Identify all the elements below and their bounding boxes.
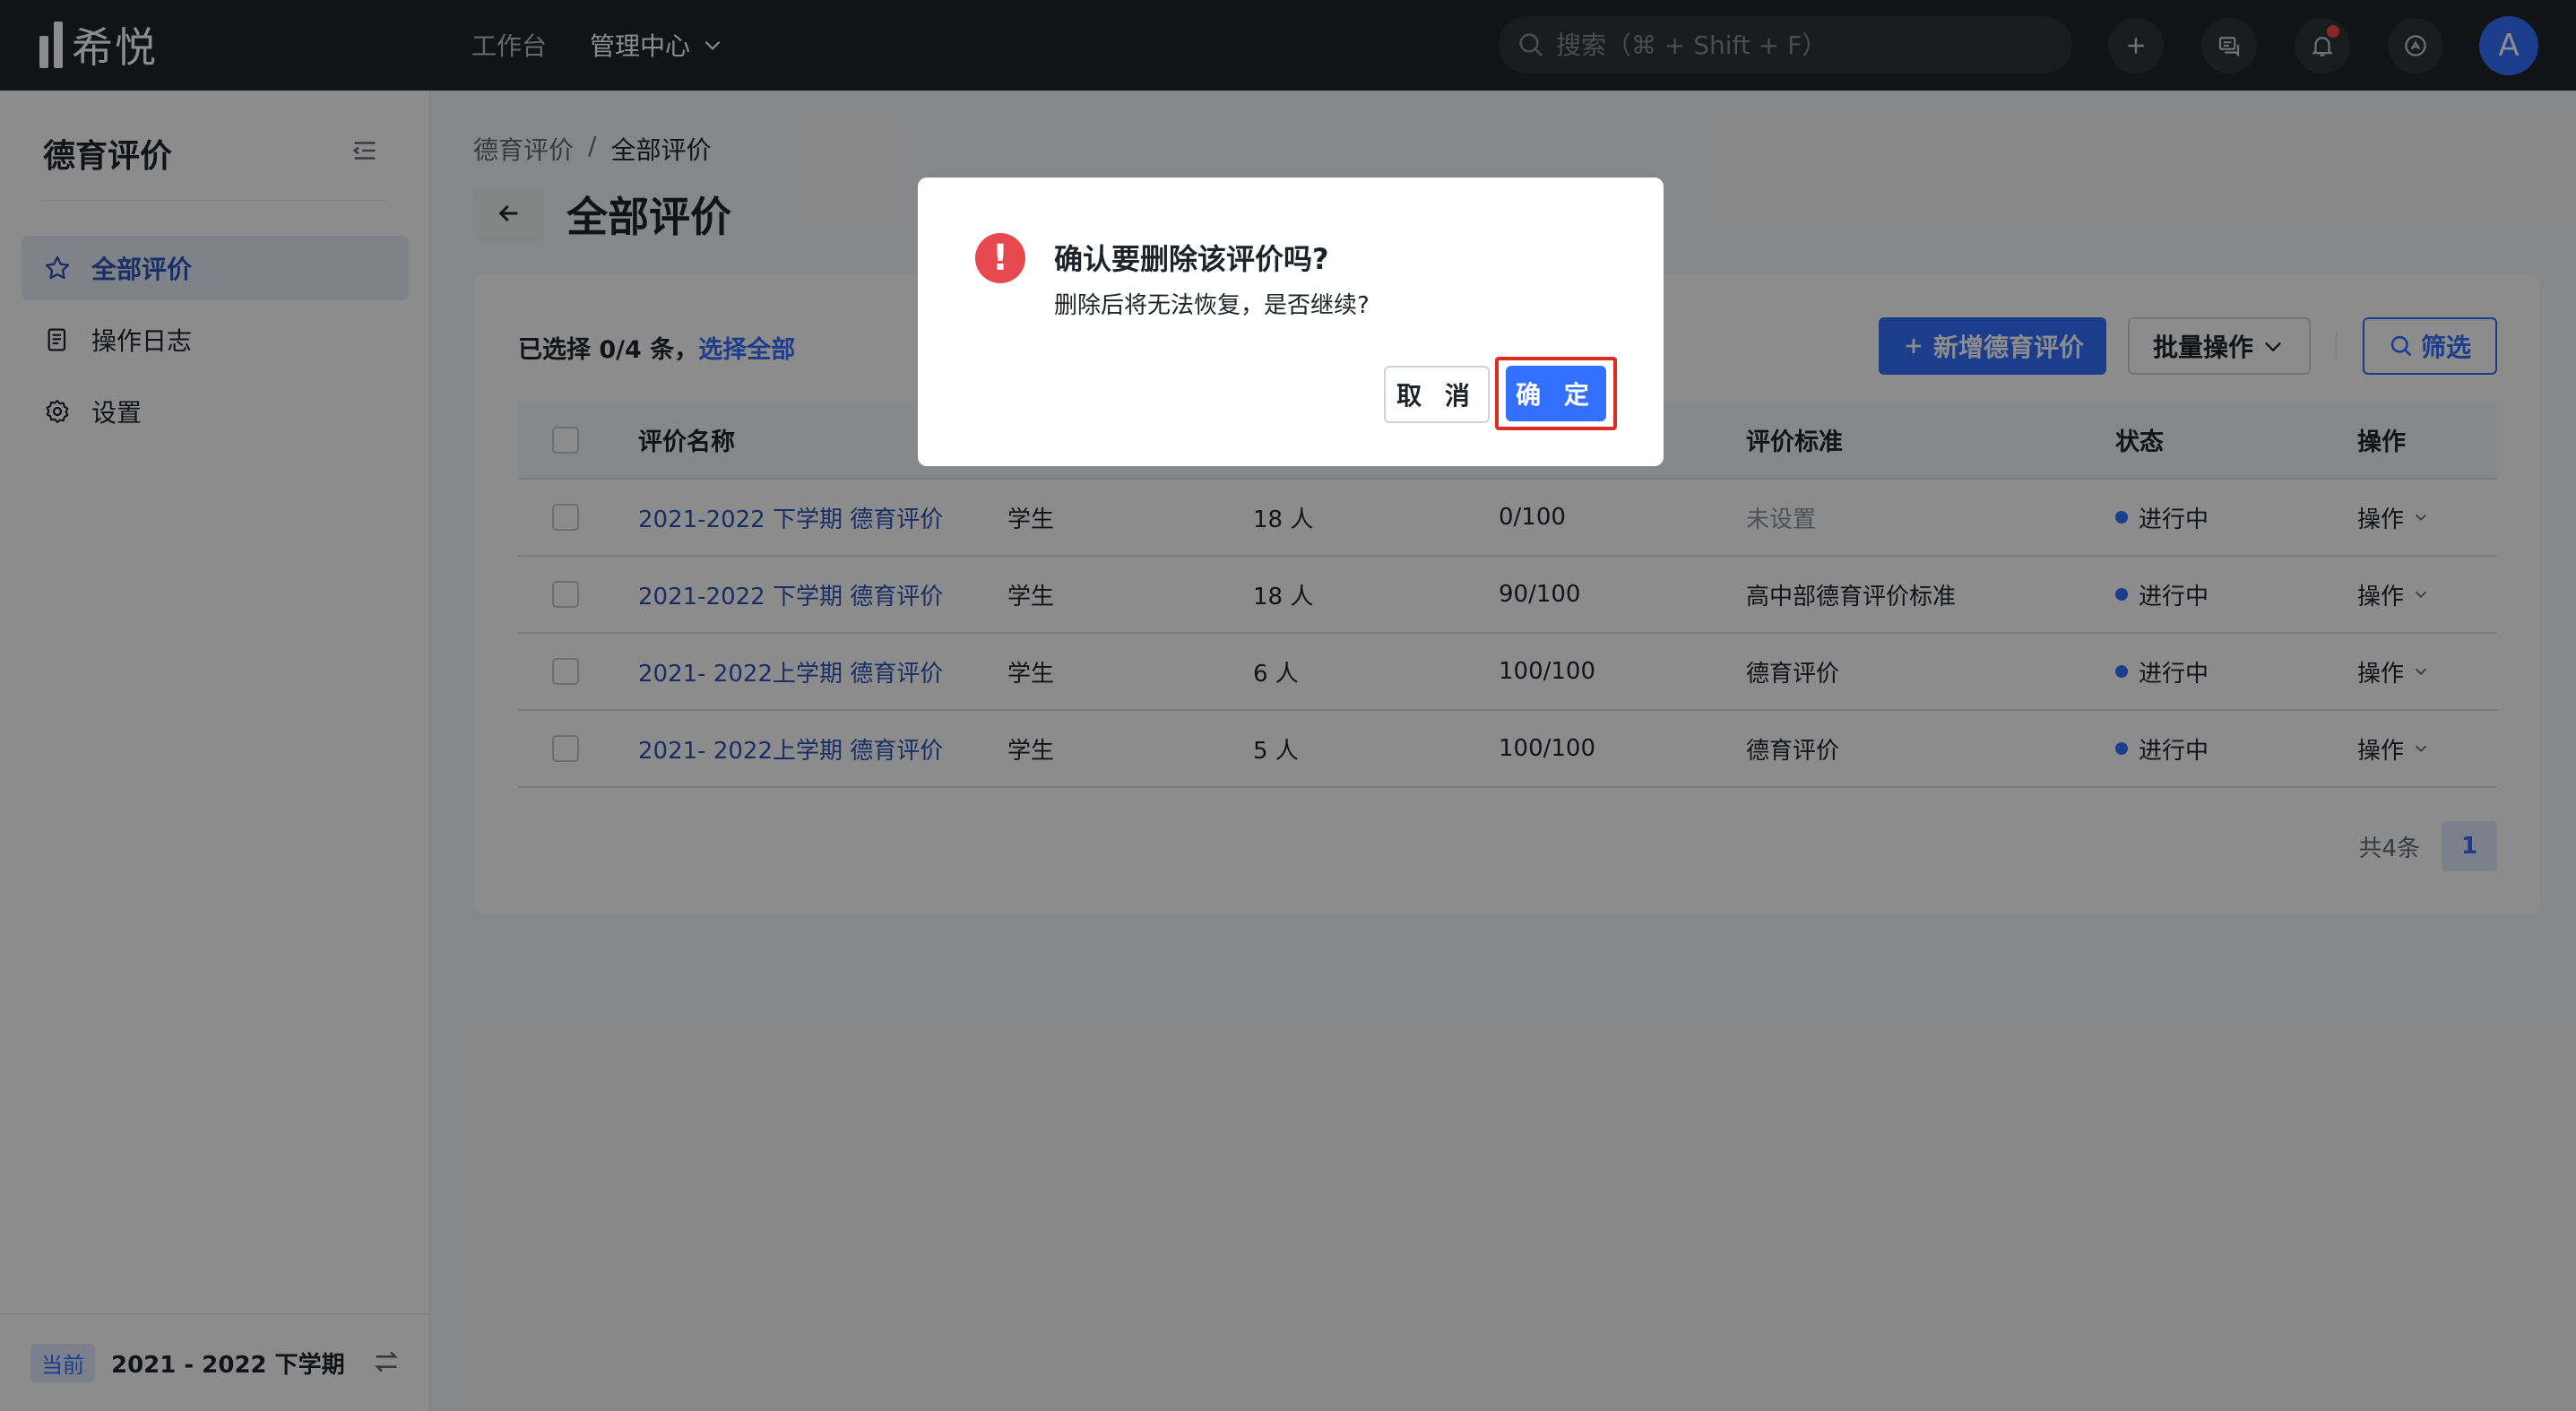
delete-confirm-dialog: ! 确认要删除该评价吗? 删除后将无法恢复，是否继续? 取 消 确 定 <box>918 177 1664 466</box>
confirm-button[interactable]: 确 定 <box>1506 366 1606 421</box>
dialog-description: 删除后将无法恢复，是否继续? <box>1054 292 1370 319</box>
warning-icon: ! <box>975 233 1025 283</box>
confirm-button-highlight: 确 定 <box>1495 357 1617 430</box>
cancel-button[interactable]: 取 消 <box>1384 366 1490 423</box>
dialog-title: 确认要删除该评价吗? <box>1054 242 1329 276</box>
